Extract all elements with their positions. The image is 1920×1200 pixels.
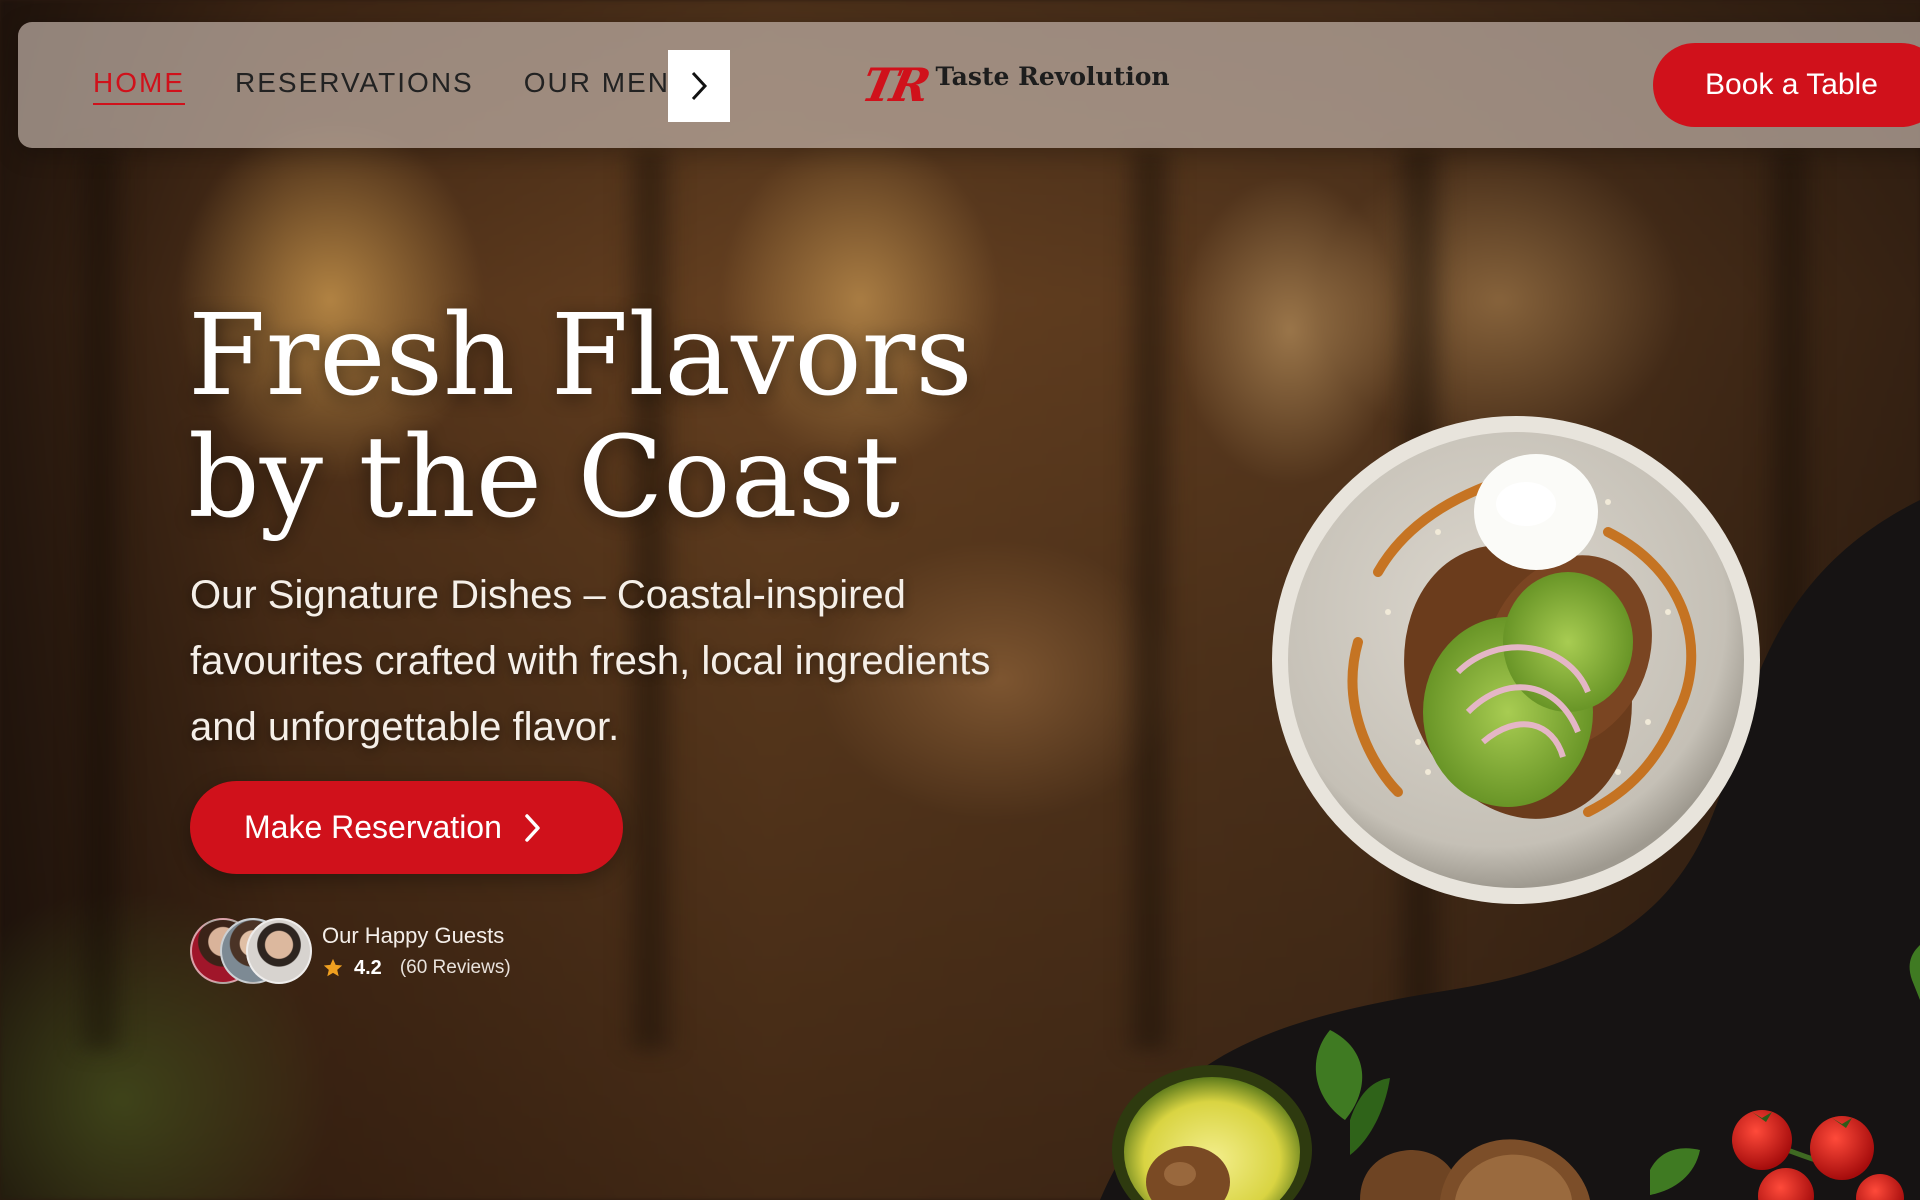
guests-info: Our Happy Guests 4.2 (60 Reviews): [322, 923, 511, 980]
guests-rating: 4.2 (60 Reviews): [322, 957, 511, 980]
brand-name: Taste Revolution: [935, 61, 1170, 91]
primary-nav: HOME RESERVATIONS OUR MENU: [93, 67, 692, 105]
avocado-toast-plate: [1272, 416, 1760, 904]
hero-title-line-2: by the Coast: [188, 413, 900, 543]
top-navbar: HOME RESERVATIONS OUR MENU TR Taste Revo…: [18, 22, 1920, 148]
guest-avatars: [190, 918, 312, 984]
hero-subtitle: Our Signature Dishes – Coastal-inspired …: [190, 573, 991, 749]
hero-title: Fresh Flavors by the Coast: [188, 295, 1088, 539]
rating-value: 4.2: [354, 956, 382, 979]
make-reservation-label: Make Reservation: [244, 809, 502, 845]
book-a-table-button[interactable]: Book a Table: [1653, 43, 1920, 127]
happy-guests-block: Our Happy Guests 4.2 (60 Reviews): [190, 918, 511, 984]
hero-title-line-1: Fresh Flavors: [188, 291, 973, 421]
nav-link-our-menu[interactable]: OUR MENU: [524, 67, 692, 105]
brand-monogram: TR: [857, 58, 930, 112]
star-icon: [323, 958, 343, 977]
nav-link-reservations[interactable]: RESERVATIONS: [235, 67, 474, 105]
nav-scroll-next-button[interactable]: [668, 50, 730, 122]
chevron-right-icon: [691, 71, 708, 101]
avatar: [246, 918, 312, 984]
chevron-right-icon: [525, 813, 540, 842]
nav-link-home[interactable]: HOME: [93, 67, 185, 105]
brand-logo[interactable]: TR Taste Revolution: [857, 58, 1170, 112]
review-count: (60 Reviews): [399, 957, 511, 978]
hero-page: HOME RESERVATIONS OUR MENU TR Taste Revo…: [0, 0, 1920, 1200]
guests-label: Our Happy Guests: [322, 922, 505, 948]
make-reservation-button[interactable]: Make Reservation: [190, 781, 623, 874]
